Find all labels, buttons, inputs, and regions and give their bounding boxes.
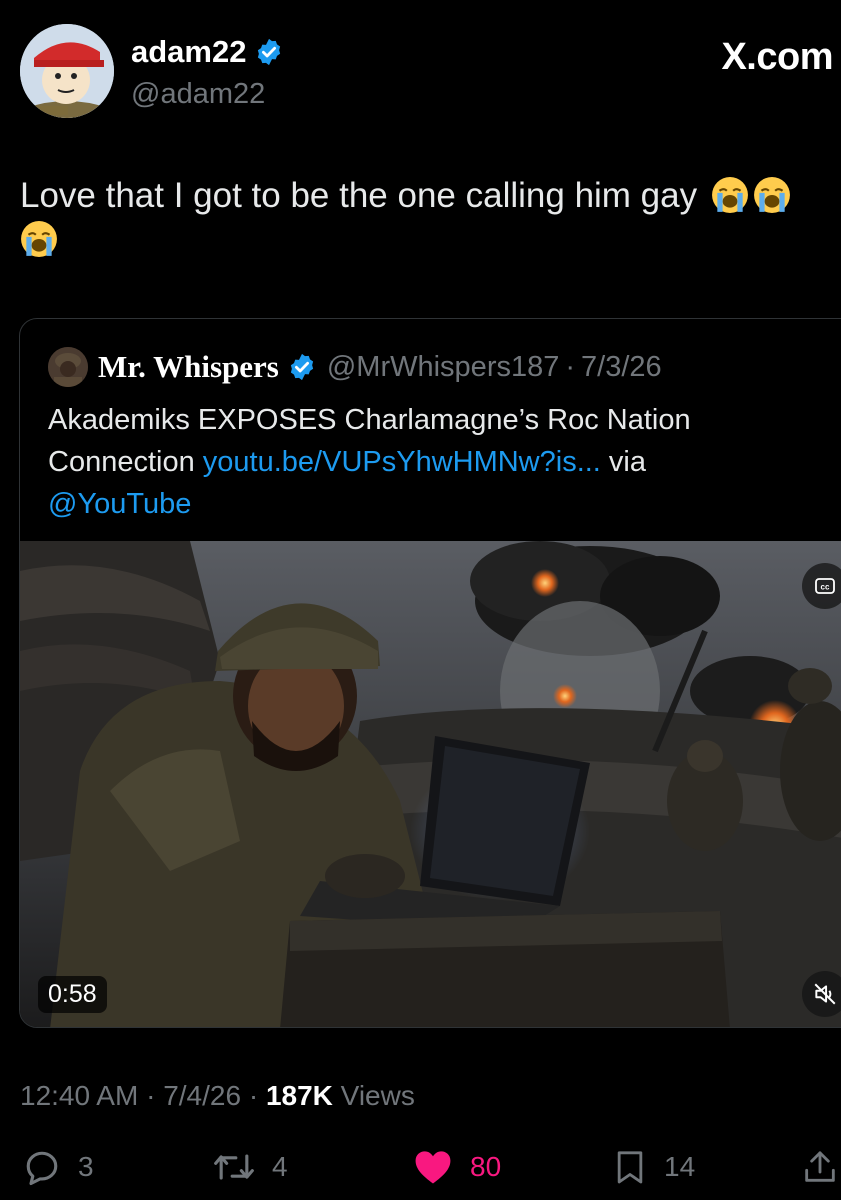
author-handle[interactable]: @adam22 — [131, 78, 265, 111]
post-date[interactable]: 7/4/26 — [163, 1080, 241, 1111]
quoted-post-text: Akademiks EXPOSES Charlamagne’s Roc Nati… — [48, 399, 828, 525]
tweet-body: Love that I got to be the one calling hi… — [20, 176, 698, 215]
svg-text:cc: cc — [821, 583, 830, 592]
post-meta: 12:40 AM · 7/4/26 · 187K Views — [20, 1080, 415, 1112]
verified-badge-icon — [258, 38, 281, 66]
share-button[interactable] — [800, 1145, 840, 1189]
quoted-post-card[interactable]: Mr. Whispers @MrWhispers187 · 7/3/26 Aka… — [19, 318, 841, 1028]
reply-button[interactable]: 3 — [20, 1145, 94, 1189]
post-time[interactable]: 12:40 AM — [20, 1080, 138, 1111]
reply-icon — [26, 1151, 58, 1186]
bookmark-count: 14 — [664, 1151, 696, 1182]
closed-captions-button[interactable]: cc — [802, 563, 841, 609]
loudly-crying-face-icon — [21, 221, 57, 257]
meta-separator: · — [138, 1080, 164, 1111]
closed-captions-icon: cc — [815, 578, 835, 594]
muted-speaker-icon — [814, 983, 836, 1005]
share-icon — [805, 1151, 835, 1182]
author-display-name[interactable]: adam22 — [131, 34, 246, 70]
quoted-author-avatar[interactable] — [48, 347, 88, 387]
brand-watermark: X.com — [721, 36, 833, 78]
reply-count: 3 — [78, 1151, 94, 1182]
author-avatar[interactable] — [20, 24, 114, 118]
like-count: 80 — [470, 1151, 502, 1182]
quoted-mention[interactable]: @YouTube — [48, 488, 191, 520]
verified-badge-icon — [290, 353, 313, 381]
repost-count: 4 — [272, 1151, 288, 1182]
bookmark-button[interactable]: 14 — [610, 1145, 695, 1189]
action-bar: 3 4 80 14 — [20, 1145, 840, 1191]
video-duration: 0:58 — [38, 976, 107, 1013]
author-display-name-row[interactable]: adam22 — [131, 34, 284, 70]
video-player[interactable]: cc 0:58 — [20, 541, 841, 1027]
repost-button[interactable]: 4 — [210, 1145, 288, 1189]
loudly-crying-face-icon — [753, 177, 790, 213]
mute-button[interactable] — [802, 971, 841, 1017]
video-thumbnail-image — [20, 541, 841, 1027]
views-label: Views — [332, 1080, 415, 1111]
tweet-text: Love that I got to be the one calling hi… — [20, 174, 820, 262]
soldier-avatar-icon — [48, 347, 88, 387]
views-count: 187K — [265, 1080, 333, 1111]
quoted-text-part2: via — [600, 446, 647, 478]
quoted-post-header: Mr. Whispers @MrWhispers187 · 7/3/26 — [48, 347, 662, 387]
quoted-link[interactable]: youtu.be/VUPsYhwHMNw?is... — [203, 446, 601, 478]
repost-icon — [214, 1154, 254, 1180]
quoted-author-name[interactable]: Mr. Whispers — [98, 349, 279, 385]
cartoon-avatar-icon — [20, 24, 114, 118]
loudly-crying-face-icon — [711, 177, 748, 213]
quoted-author-handle[interactable]: @MrWhispers187 — [327, 351, 560, 384]
like-button[interactable]: 80 — [410, 1145, 501, 1189]
heart-icon — [415, 1151, 451, 1184]
bookmark-icon — [617, 1151, 643, 1184]
post-screen: adam22 @adam22 X.com Love that I got to … — [0, 0, 841, 1200]
quoted-separator: · — [565, 350, 576, 383]
meta-separator: · — [241, 1080, 266, 1111]
quoted-date[interactable]: 7/3/26 — [581, 351, 662, 384]
